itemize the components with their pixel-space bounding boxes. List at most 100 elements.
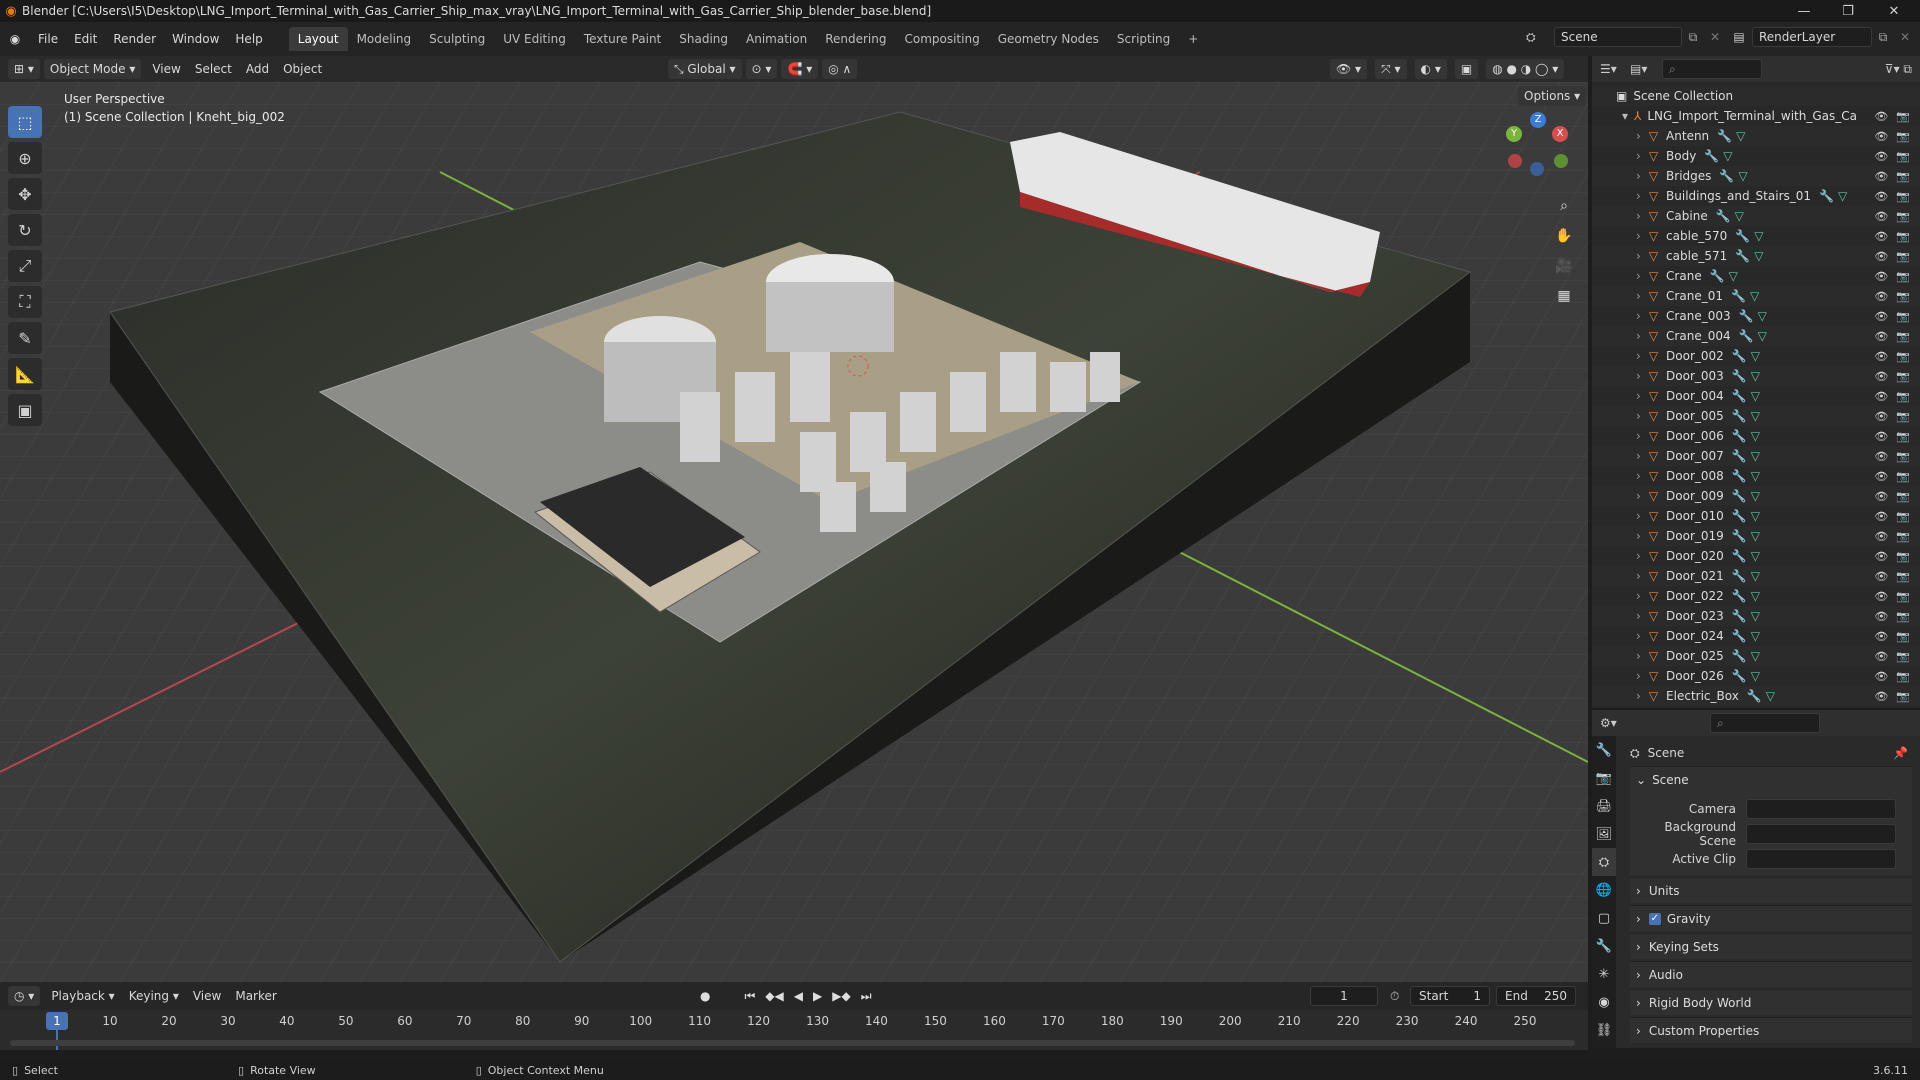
expand-arrow-icon[interactable]: › bbox=[1636, 149, 1641, 163]
outliner-item[interactable]: › ▽ Door_019 🔧 ▽ 👁 📷 bbox=[1592, 526, 1920, 546]
eye-icon[interactable]: 👁 bbox=[1874, 570, 1888, 583]
delete-scene-icon[interactable]: ✕ bbox=[1704, 30, 1726, 44]
expand-arrow-icon[interactable]: › bbox=[1636, 209, 1641, 223]
camera-icon[interactable]: 📷 bbox=[1896, 290, 1910, 303]
modifier-tab-icon[interactable]: 🔧 bbox=[1592, 932, 1616, 960]
camera-icon[interactable]: 📷 bbox=[1896, 430, 1910, 443]
expand-arrow-icon[interactable]: › bbox=[1636, 429, 1641, 443]
camera-icon[interactable]: 📷 bbox=[1896, 230, 1910, 243]
camera-icon[interactable]: 📷 bbox=[1896, 130, 1910, 143]
view-layer-tab-icon[interactable]: 🖼 bbox=[1592, 820, 1616, 848]
current-frame-field[interactable]: 1 bbox=[1310, 986, 1378, 1006]
outliner-item[interactable]: › ▽ Door_022 🔧 ▽ 👁 📷 bbox=[1592, 586, 1920, 606]
eye-icon[interactable]: 👁 bbox=[1874, 550, 1888, 563]
eye-icon[interactable]: 👁 bbox=[1874, 190, 1888, 203]
expand-arrow-icon[interactable]: › bbox=[1636, 329, 1641, 343]
tool-tab-icon[interactable]: 🔧 bbox=[1592, 736, 1616, 764]
outliner-item[interactable]: › ▽ Crane_004 🔧 ▽ 👁 📷 bbox=[1592, 326, 1920, 346]
camera-icon[interactable]: 📷 bbox=[1896, 250, 1910, 263]
tab-shading[interactable]: Shading bbox=[670, 27, 737, 51]
marker-menu[interactable]: Marker bbox=[228, 986, 283, 1006]
camera-icon[interactable]: 📷 bbox=[1896, 190, 1910, 203]
menu-add[interactable]: Add bbox=[239, 59, 276, 79]
zoom-icon[interactable]: ⌕ bbox=[1550, 192, 1578, 220]
display-mode-icon[interactable]: ▤▾ bbox=[1630, 62, 1656, 76]
scene-selector-icon[interactable]: ⛭ bbox=[1526, 30, 1554, 45]
outliner-item[interactable]: › ▽ Cabine 🔧 ▽ 👁 📷 bbox=[1592, 206, 1920, 226]
3d-viewport[interactable]: User Perspective (1) Scene Collection | … bbox=[0, 82, 1588, 982]
tab-geometry-nodes[interactable]: Geometry Nodes bbox=[989, 27, 1108, 51]
outliner-item[interactable]: › ▽ Door_025 🔧 ▽ 👁 📷 bbox=[1592, 646, 1920, 666]
eye-icon[interactable]: 👁 bbox=[1874, 110, 1888, 123]
blender-menu-icon[interactable]: ◉ bbox=[0, 32, 30, 46]
camera-icon[interactable]: 📷 bbox=[1896, 350, 1910, 363]
constraints-tab-icon[interactable]: ⛓ bbox=[1592, 1016, 1616, 1044]
measure-tool-icon[interactable]: 📐 bbox=[8, 358, 42, 390]
rotate-tool-icon[interactable]: ↻ bbox=[8, 214, 42, 246]
x-axis-icon[interactable]: X bbox=[1552, 126, 1568, 142]
outliner-item[interactable]: › ▽ Crane_01 🔧 ▽ 👁 📷 bbox=[1592, 286, 1920, 306]
transform-orientation[interactable]: ⤡ Global ▾ bbox=[668, 59, 742, 79]
camera-icon[interactable]: 📷 bbox=[1896, 550, 1910, 563]
timeline-editor-type-icon[interactable]: ◷ ▾ bbox=[8, 986, 41, 1006]
shading-buttons[interactable]: ◍ ● ◑ ◯ ▾ bbox=[1486, 59, 1565, 79]
frame-ruler[interactable]: 1 10 20 30 40 50 60 70 80 90 100 110 120 130 140 150 160… bbox=[0, 1010, 1588, 1032]
expand-arrow-icon[interactable]: › bbox=[1636, 469, 1641, 483]
play-reverse-icon[interactable]: ◀ bbox=[794, 989, 803, 1004]
mode-selector[interactable]: Object Mode ▾ bbox=[43, 59, 142, 79]
active-clip-field[interactable] bbox=[1746, 848, 1896, 869]
outliner-item[interactable]: › ▽ Door_007 🔧 ▽ 👁 📷 bbox=[1592, 446, 1920, 466]
expand-arrow-icon[interactable]: ▾ bbox=[1622, 109, 1628, 123]
render-tab-icon[interactable]: 📷 bbox=[1592, 764, 1616, 792]
gravity-checkbox[interactable]: ✓ bbox=[1648, 912, 1661, 925]
expand-arrow-icon[interactable]: › bbox=[1636, 189, 1641, 203]
eye-icon[interactable]: 👁 bbox=[1874, 470, 1888, 483]
perspective-toggle-icon[interactable]: ▦ bbox=[1550, 282, 1578, 310]
collapse-arrow-icon[interactable]: ⌄ bbox=[1636, 773, 1646, 787]
expand-arrow-icon[interactable]: › bbox=[1636, 589, 1641, 603]
properties-editor-type-icon[interactable]: ⚙▾ bbox=[1600, 716, 1630, 730]
menu-edit[interactable]: Edit bbox=[66, 28, 105, 50]
next-keyframe-icon[interactable]: ▶◆ bbox=[832, 989, 850, 1004]
play-icon[interactable]: ▶ bbox=[813, 989, 822, 1004]
expand-arrow-icon[interactable]: › bbox=[1636, 940, 1641, 954]
record-icon[interactable]: ● bbox=[700, 989, 710, 1004]
menu-help[interactable]: Help bbox=[227, 28, 270, 50]
y-axis-icon[interactable]: Y bbox=[1506, 126, 1522, 142]
options-button[interactable]: Options ▾ bbox=[1518, 86, 1588, 106]
camera-icon[interactable]: 📷 bbox=[1896, 210, 1910, 223]
jump-start-icon[interactable]: ⏮ bbox=[744, 989, 755, 1004]
editor-type-button[interactable]: ⊞ ▾ bbox=[8, 59, 40, 79]
camera-icon[interactable]: 📷 bbox=[1896, 390, 1910, 403]
eye-icon[interactable]: 👁 bbox=[1874, 350, 1888, 363]
camera-icon[interactable]: 📷 bbox=[1896, 570, 1910, 583]
menu-window[interactable]: Window bbox=[164, 28, 227, 50]
expand-arrow-icon[interactable]: › bbox=[1636, 649, 1641, 663]
tab-compositing[interactable]: Compositing bbox=[895, 27, 988, 51]
eye-icon[interactable]: 👁 bbox=[1874, 170, 1888, 183]
outliner-item[interactable]: › ▽ Door_008 🔧 ▽ 👁 📷 bbox=[1592, 466, 1920, 486]
tab-uv-editing[interactable]: UV Editing bbox=[494, 27, 575, 51]
outliner-item[interactable]: › ▽ Body 🔧 ▽ 👁 📷 bbox=[1592, 146, 1920, 166]
jump-end-icon[interactable]: ⏭ bbox=[861, 989, 872, 1004]
gizmo-button[interactable]: ⤧ ▾ bbox=[1375, 59, 1407, 79]
filter-icon[interactable]: ⊽▾ ⧉ bbox=[1885, 62, 1912, 77]
camera-icon[interactable]: 📷 bbox=[1896, 170, 1910, 183]
expand-arrow-icon[interactable]: › bbox=[1636, 409, 1641, 423]
outliner-item[interactable]: › ▽ Door_021 🔧 ▽ 👁 📷 bbox=[1592, 566, 1920, 586]
eye-icon[interactable]: 👁 bbox=[1874, 150, 1888, 163]
close-button[interactable]: ✕ bbox=[1872, 0, 1916, 22]
camera-field[interactable] bbox=[1746, 798, 1896, 819]
outliner-item[interactable]: › ▽ Antenn 🔧 ▽ 👁 📷 bbox=[1592, 126, 1920, 146]
eye-icon[interactable]: 👁 bbox=[1874, 650, 1888, 663]
particles-tab-icon[interactable]: ✳ bbox=[1592, 960, 1616, 988]
camera-icon[interactable]: 📷 bbox=[1896, 310, 1910, 323]
keying-menu[interactable]: Keying ▾ bbox=[122, 986, 186, 1006]
camera-icon[interactable]: 📷 bbox=[1896, 670, 1910, 683]
maximize-button[interactable]: ❐ bbox=[1826, 0, 1870, 22]
eye-icon[interactable]: 👁 bbox=[1874, 430, 1888, 443]
scale-tool-icon[interactable]: ⤢ bbox=[8, 250, 42, 282]
add-cube-tool-icon[interactable]: ▣ bbox=[8, 394, 42, 426]
camera-icon[interactable]: 📷 bbox=[1896, 370, 1910, 383]
timeline-area[interactable]: 1 10 20 30 40 50 60 70 80 90 100 110 120 130 140 150 160… bbox=[0, 1010, 1588, 1050]
